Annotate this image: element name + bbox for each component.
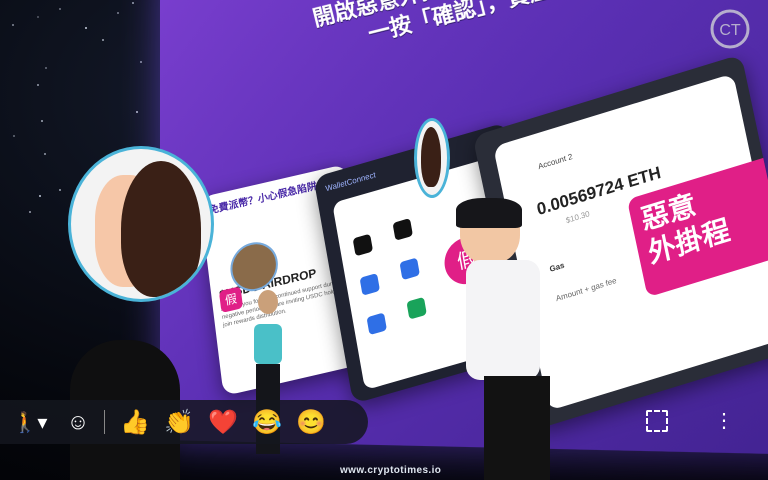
star	[59, 189, 61, 191]
fullscreen-icon[interactable]	[646, 410, 668, 432]
wallet-app-icon	[406, 297, 427, 320]
star	[85, 27, 87, 29]
person-icon[interactable]: 🚶▾	[0, 400, 60, 444]
cryptotimes-logo: CT	[704, 8, 756, 50]
star	[136, 111, 138, 113]
wallet-app-icon	[360, 273, 381, 296]
heart-reaction-button[interactable]: ❤️	[201, 400, 245, 444]
smile-reaction-button[interactable]: 😊	[289, 400, 333, 444]
more-options-icon[interactable]: ⋮	[714, 410, 724, 432]
laugh-reaction-button[interactable]: 😂	[245, 400, 289, 444]
star	[102, 39, 104, 41]
avatar-head-badge	[68, 146, 214, 302]
emoji-picker-icon[interactable]: ☺	[60, 400, 96, 444]
clap-reaction-button[interactable]: 👏	[157, 400, 201, 444]
star	[37, 16, 39, 18]
star	[44, 153, 46, 155]
star	[29, 211, 31, 213]
star	[39, 195, 41, 197]
wallet-connect-label: WalletConnect	[325, 170, 377, 193]
star	[37, 84, 39, 86]
wallet-app-icon	[353, 234, 374, 257]
wallet-app-icon	[366, 312, 387, 335]
main-avatar	[430, 200, 580, 480]
star	[117, 12, 119, 14]
avatar-hair	[456, 198, 522, 228]
star	[12, 24, 14, 26]
wallet-app-icon	[399, 257, 420, 280]
star	[140, 61, 142, 63]
star	[59, 8, 61, 10]
star	[13, 135, 15, 137]
svg-text:CT: CT	[719, 22, 741, 39]
star	[41, 120, 43, 122]
star	[132, 2, 134, 4]
avatar-head-badge-small	[414, 118, 450, 198]
reaction-toolbar: 🚶▾ ☺ 👍 👏 ❤️ 😂 😊	[0, 400, 368, 444]
avatar-shirt	[254, 324, 282, 364]
account-label: Account 2	[537, 152, 573, 171]
avatar-shirt	[466, 260, 540, 380]
vr-scene: 開啟惡意外掛並連接錢包 一按「確認」，資產隨即被盜 免費派幣？小心假急陷阱 假 …	[0, 0, 768, 480]
toolbar-divider	[104, 410, 105, 434]
avatar-pants	[484, 376, 550, 480]
avatar-hair	[121, 161, 201, 297]
avatar-hair	[421, 127, 441, 187]
thumbs-up-reaction-button[interactable]: 👍	[113, 400, 157, 444]
star	[45, 67, 47, 69]
wallet-app-icon	[392, 218, 413, 241]
watermark: www.cryptotimes.io	[340, 465, 441, 476]
avatar-head	[258, 290, 278, 314]
